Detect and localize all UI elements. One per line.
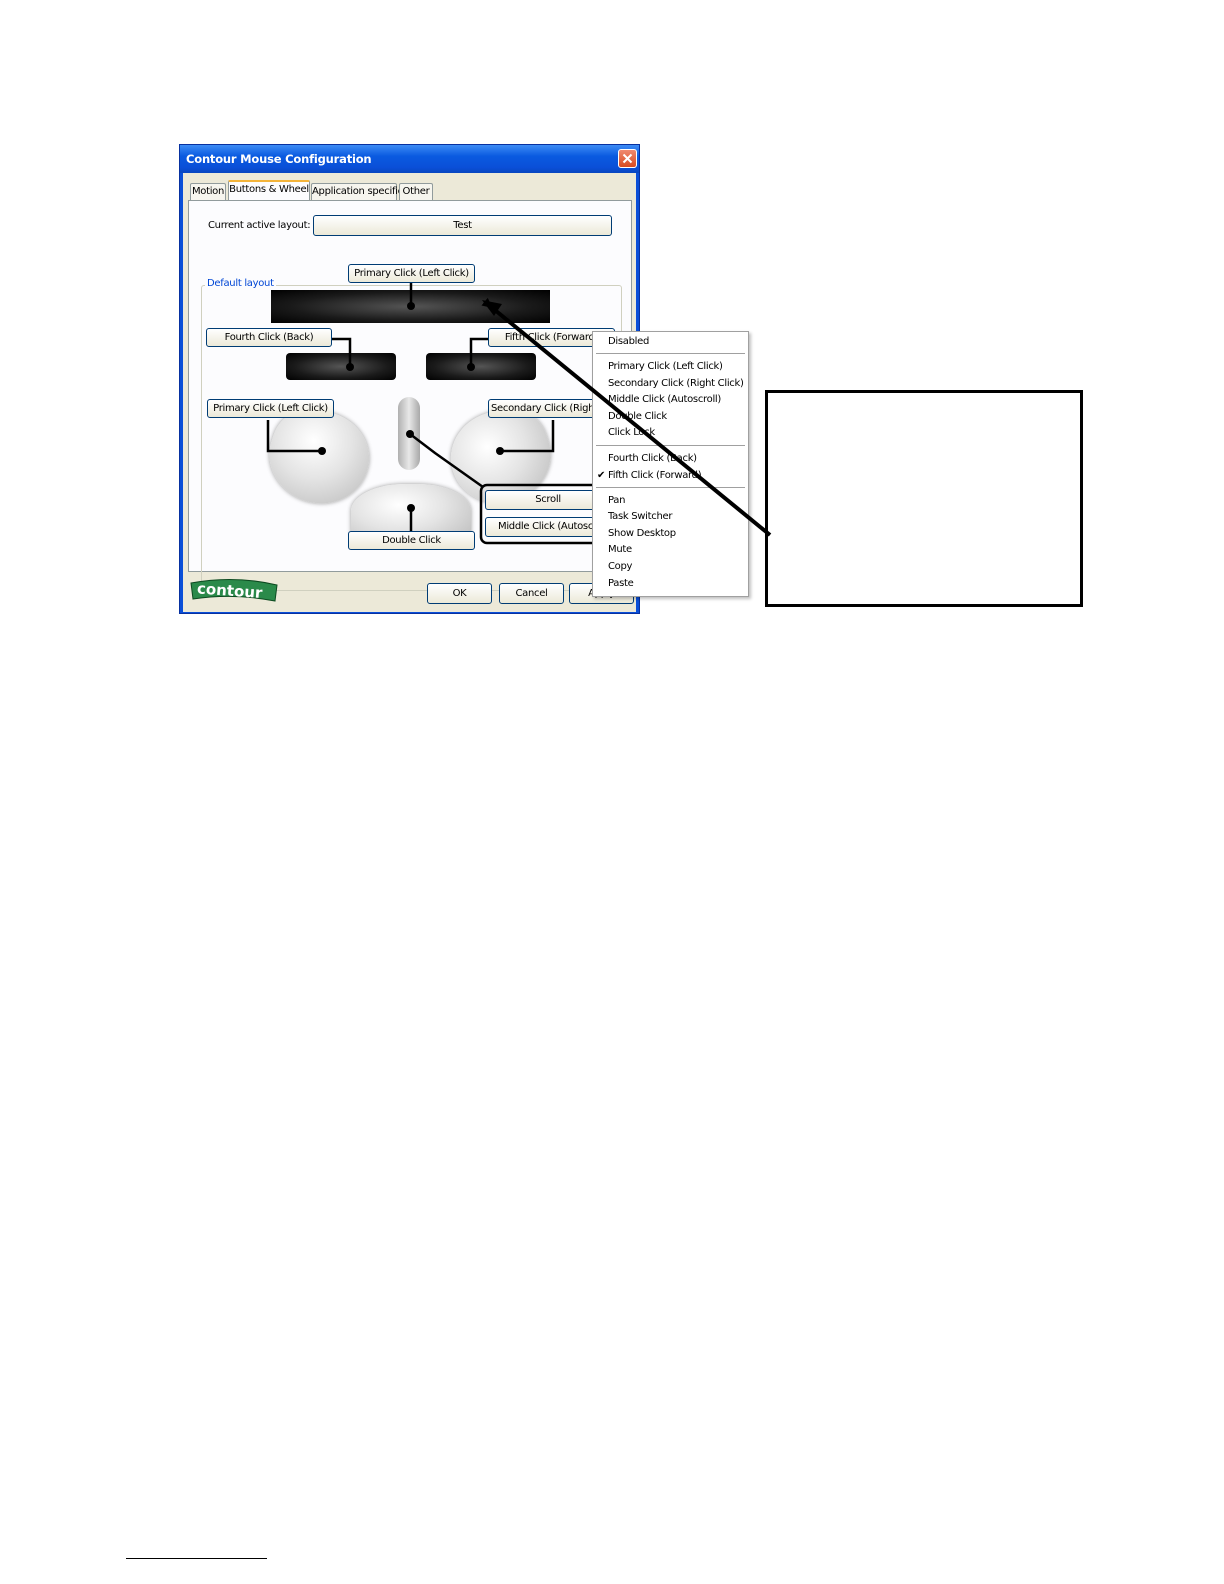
close-icon [622,153,633,164]
tab-other[interactable]: Other [399,183,433,200]
menu-item-mute[interactable]: Mute [608,544,632,555]
top-button-assignment[interactable]: Primary Click (Left Click) [348,264,475,283]
annotation-box [765,390,1083,607]
bottom-button-assignment[interactable]: Double Click [348,531,475,550]
checkmark-icon: ✔ [597,470,606,481]
menu-item-secondary-click[interactable]: Secondary Click (Right Click) [608,378,744,389]
menu-item-double-click[interactable]: Double Click [608,411,667,422]
contour-logo: contour [189,577,279,603]
tab-label: Buttons & Wheel [229,184,309,195]
menu-item-fifth-click[interactable]: Fifth Click (Forward) [608,470,702,481]
menu-item-paste[interactable]: Paste [608,578,634,589]
cancel-button[interactable]: Cancel [499,583,564,604]
menu-item-copy[interactable]: Copy [608,561,632,572]
left-button-assignment[interactable]: Primary Click (Left Click) [207,399,334,418]
menu-item-click-lock[interactable]: Click Lock [608,427,655,438]
tab-label: Other [402,186,430,197]
fourth-button-assignment[interactable]: Fourth Click (Back) [206,328,332,347]
window-title: Contour Mouse Configuration [186,152,372,166]
ok-button[interactable]: OK [427,583,492,604]
title-bar[interactable]: Contour Mouse Configuration [180,145,639,173]
window-client-area: Motion Buttons & Wheel Application speci… [183,173,636,612]
tab-buttons-wheel[interactable]: Buttons & Wheel [228,180,310,200]
contour-logo-graphic: contour [190,578,278,602]
menu-item-disabled[interactable]: Disabled [608,336,649,347]
menu-item-middle-click[interactable]: Middle Click (Autoscroll) [608,394,721,405]
menu-separator [596,487,745,488]
config-window: Contour Mouse Configuration Motion Butto… [179,144,640,614]
menu-item-show-desktop[interactable]: Show Desktop [608,528,676,539]
footnote-separator [126,1558,267,1559]
tab-label: Motion [191,186,225,197]
menu-item-task-switcher[interactable]: Task Switcher [608,511,672,522]
tab-label: Application specific [312,186,403,197]
assignment-context-menu: Disabled Primary Click (Left Click) Seco… [592,331,749,597]
tab-application-specific[interactable]: Application specific [311,183,403,200]
close-button[interactable] [618,149,637,168]
tab-motion[interactable]: Motion [190,183,226,200]
tab-panel: Current active layout: Test Default layo… [188,200,633,591]
menu-item-primary-click[interactable]: Primary Click (Left Click) [608,361,723,372]
menu-item-pan[interactable]: Pan [608,495,625,506]
menu-separator [596,445,745,446]
logo-text: contour [196,579,263,602]
menu-separator [596,353,745,354]
menu-item-fourth-click[interactable]: Fourth Click (Back) [608,453,697,464]
